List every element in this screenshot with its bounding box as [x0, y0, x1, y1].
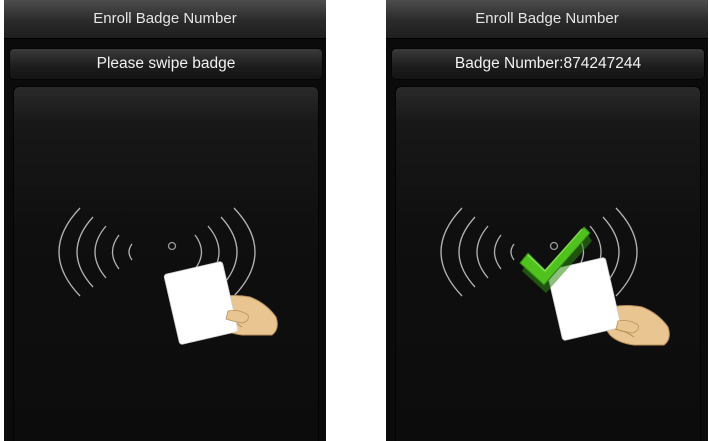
device-screen-waiting: Enroll Badge Number Please swipe badge [4, 0, 326, 441]
screen-title: Enroll Badge Number [4, 0, 326, 39]
badge-card-icon [163, 261, 239, 345]
screen-title: Enroll Badge Number [386, 0, 708, 39]
content-panel [395, 86, 701, 441]
device-screen-success: Enroll Badge Number Badge Number:8742472… [386, 0, 708, 441]
content-panel [13, 86, 319, 441]
swipe-illustration [58, 207, 278, 345]
sensor-dot-icon [549, 241, 559, 251]
status-message: Badge Number:874247244 [391, 48, 705, 80]
status-message: Please swipe badge [9, 48, 323, 80]
sensor-dot-icon [167, 241, 177, 251]
swipe-success-illustration [440, 207, 670, 346]
